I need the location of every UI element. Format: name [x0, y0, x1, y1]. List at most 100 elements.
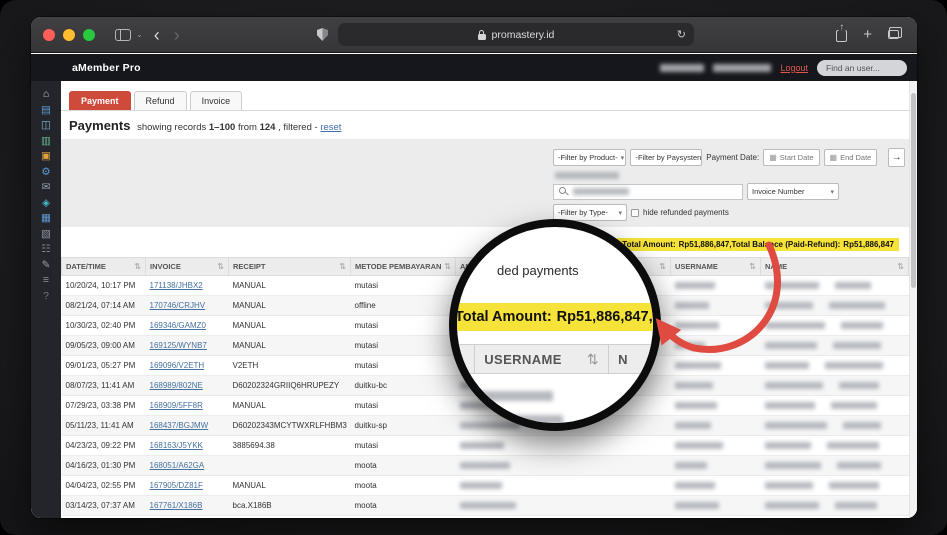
users-icon[interactable]: ▤ — [38, 104, 54, 116]
cell-invoice: 168989/802NE — [145, 375, 229, 396]
cell-username — [670, 275, 761, 296]
cell-invoice: 168163/J5YKK — [145, 435, 229, 456]
paysystem-filter-select[interactable]: -Filter by Paysysten — [630, 149, 703, 166]
cell-username — [670, 295, 761, 316]
setup-icon[interactable]: ≡ — [38, 275, 54, 286]
integrations-icon[interactable]: ◈ — [38, 197, 54, 209]
reports-icon[interactable]: ◫ — [38, 120, 54, 131]
email-icon[interactable]: ✉ — [38, 182, 54, 193]
cell-name — [760, 475, 909, 496]
invoice-link[interactable]: 168437/BGJMW — [150, 421, 209, 430]
invoice-link[interactable]: 167905/DZ81F — [150, 481, 203, 490]
column-header-username[interactable]: ⇅ USERNAME — [670, 257, 761, 276]
redacted-text — [764, 442, 811, 450]
back-button[interactable]: ‹ — [151, 26, 163, 44]
sort-icon: ⇅ — [586, 350, 599, 367]
invoice-link[interactable]: 168163/J5YKK — [150, 441, 203, 450]
address-bar[interactable]: promastery.id ↻ — [337, 23, 694, 46]
tab-refund[interactable]: Refund — [133, 91, 187, 110]
payments-nav-icon[interactable]: ▦ — [38, 213, 54, 224]
magnified-table-header: ⇅ USERNAME ⇅ N — [457, 344, 653, 374]
invoice-link[interactable]: 170746/CRJHV — [150, 301, 206, 310]
sort-icon: ⇅ — [444, 262, 451, 271]
configuration-icon[interactable]: ⚙ — [38, 166, 54, 178]
cell-datetime: 07/29/23, 03:38 PM — [61, 395, 146, 416]
end-date-button[interactable]: ▦ End Date — [823, 149, 878, 166]
tab-invoice[interactable]: Invoice — [189, 91, 243, 110]
column-header-name[interactable]: ⇅ NAME — [760, 257, 909, 276]
cell-method: duitku-bc — [350, 375, 456, 396]
invoice-link[interactable]: 168909/5FF8R — [150, 401, 203, 410]
start-date-button[interactable]: ▦ Start Date — [763, 149, 820, 166]
scrollbar-thumb[interactable] — [911, 93, 916, 288]
reset-link[interactable]: reset — [320, 122, 341, 133]
zoom-button[interactable] — [83, 28, 95, 41]
hide-refunded-checkbox[interactable] — [631, 208, 639, 217]
sort-icon: ⇅ — [217, 262, 224, 271]
column-header-date-time[interactable]: ⇅ DATE/TIME — [61, 257, 146, 276]
refresh-icon[interactable]: ↻ — [677, 28, 686, 41]
search-input[interactable] — [553, 183, 743, 200]
cell-method: mutasi — [350, 435, 456, 456]
close-button[interactable] — [43, 28, 55, 41]
cell-invoice: 169096/V2ETH — [145, 355, 229, 376]
tab-payment[interactable]: Payment — [69, 91, 131, 110]
cell-username — [670, 375, 761, 396]
logout-link[interactable]: Logout — [780, 63, 808, 73]
redacted-text — [834, 282, 871, 290]
invoice-number-select[interactable]: Invoice Number — [747, 183, 839, 200]
invoice-link[interactable]: 169125/WYNB7 — [150, 341, 207, 350]
privacy-shield-icon[interactable] — [316, 28, 328, 41]
cell-receipt: MANUAL — [228, 275, 351, 296]
redacted-text — [764, 462, 821, 470]
sidebar-toggle-icon[interactable] — [115, 28, 131, 41]
content-icon[interactable]: ▧ — [38, 228, 54, 240]
cell-method: mutasi — [350, 335, 456, 356]
help-icon[interactable]: ? — [38, 290, 54, 302]
redacted-text — [824, 362, 883, 370]
find-user-input[interactable]: Find an user... — [817, 59, 907, 76]
end-date-label: End Date — [840, 153, 872, 162]
chevron-down-icon[interactable]: ⌄ — [136, 30, 143, 39]
column-header-metode-pembayaran[interactable]: ⇅ METODE PEMBAYARAN — [350, 257, 456, 276]
forward-button[interactable]: › — [171, 26, 183, 44]
invoice-link[interactable]: 167761/X186B — [150, 501, 203, 510]
cell-datetime: 08/21/24, 07:14 AM — [61, 295, 146, 316]
table-row: 04/04/23, 02:55 PM 167905/DZ81F MANUAL moot… — [61, 475, 909, 496]
redacted-text — [836, 462, 881, 470]
column-header-receipt[interactable]: ⇅ RECEIPT — [228, 257, 351, 276]
new-tab-icon[interactable]: + — [863, 27, 872, 42]
product-filter-select[interactable]: -Filter by Product- — [553, 149, 627, 166]
traffic-lights — [43, 28, 95, 41]
cell-name — [760, 395, 909, 416]
products-icon[interactable]: ▥ — [38, 135, 54, 147]
protect-icon[interactable]: ▣ — [38, 151, 54, 162]
invoice-link[interactable]: 168051/A62GA — [150, 461, 205, 470]
tools-icon[interactable]: ✎ — [38, 259, 54, 271]
table-row: 03/14/23, 07:37 AM 167761/X186B bca.X186B m… — [61, 495, 909, 516]
invoice-link[interactable]: 169346/GAMZ0 — [150, 321, 206, 330]
invoice-link[interactable]: 169096/V2ETH — [150, 361, 205, 370]
cell-username — [670, 395, 761, 416]
tab-overview-icon[interactable] — [888, 27, 902, 39]
summary-range: 1–100 — [208, 122, 236, 133]
sort-icon: ⇅ — [659, 262, 666, 271]
dashboard-icon[interactable]: ⌂ — [38, 89, 54, 100]
invoice-link[interactable]: 168989/802NE — [150, 381, 203, 390]
redacted-text — [764, 282, 819, 290]
minimize-button[interactable] — [63, 28, 75, 41]
utilities-icon[interactable]: ☷ — [38, 244, 54, 255]
invoice-link[interactable]: 171138/JHBX2 — [150, 281, 203, 290]
column-label: USERNAME — [675, 262, 718, 271]
redacted-text — [459, 462, 510, 470]
sort-icon: ⇅ — [339, 262, 346, 271]
column-label: METODE PEMBAYARAN — [355, 262, 442, 271]
cell-name — [760, 435, 909, 456]
total-amount-value: Rp51,886,847 — [678, 240, 730, 249]
redacted-text — [479, 391, 553, 401]
tab-bar: Payment Refund Invoice — [61, 81, 909, 111]
apply-filter-button[interactable]: → — [888, 148, 905, 167]
column-header-invoice[interactable]: ⇅ INVOICE — [145, 257, 229, 276]
url-text: promastery.id — [491, 28, 555, 41]
share-icon[interactable] — [836, 30, 848, 42]
